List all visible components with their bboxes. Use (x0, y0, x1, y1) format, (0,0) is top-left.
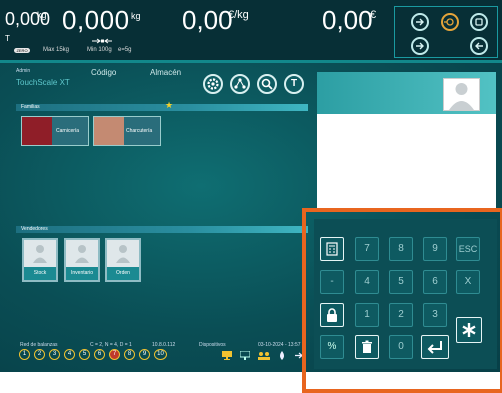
customer-avatar[interactable] (443, 78, 480, 111)
ticket-list (317, 114, 496, 210)
vendor-inventario[interactable]: Inventario (64, 238, 100, 282)
avatar (33, 245, 47, 263)
families-label: Familias (21, 104, 40, 110)
network-label: Red de balanzas (20, 342, 58, 348)
avatar (75, 245, 89, 263)
division-label: e=5g (118, 47, 132, 53)
price-unit: €/kg (228, 9, 249, 21)
header-button-group (394, 6, 498, 58)
ip-address: 10.8.0.112 (152, 342, 176, 348)
vendor-name: Orden (107, 267, 139, 280)
scale-2[interactable]: 2 (34, 349, 45, 360)
total-value: 0,00 (322, 5, 373, 35)
datetime-label: 03-10-2024 - 13:57 (258, 342, 301, 348)
scale-header: 0,000 kg T 0,000 kg ZERO Max 15kg Min 10… (0, 0, 502, 60)
vendors-header (16, 226, 308, 233)
brand-logo: TouchScale XT (16, 78, 70, 87)
scale-9[interactable]: 9 (139, 349, 150, 360)
weight-small-unit: kg (37, 10, 47, 20)
scale-8[interactable]: 8 (124, 349, 135, 360)
scale-4[interactable]: 4 (64, 349, 75, 360)
network-status: C = 2, N = 4, D = 1 (90, 342, 132, 348)
scale-6[interactable]: 6 (94, 349, 105, 360)
codigo-field[interactable]: Código (91, 68, 116, 77)
scale-10[interactable]: 10 (154, 349, 167, 360)
scale-5[interactable]: 5 (79, 349, 90, 360)
highlight-box (302, 208, 502, 393)
reload-icon[interactable] (470, 37, 488, 55)
vendors-label: Vendedores (21, 226, 48, 232)
weight-main: 0,000 (62, 5, 130, 35)
max-capacity-label: Max 15kg (43, 47, 70, 53)
monitor-icon[interactable] (222, 351, 232, 360)
weight-main-unit: kg (131, 11, 141, 21)
devices-label: Dispositivos (199, 342, 226, 348)
vendor-name: Stock (24, 267, 56, 280)
display-icon[interactable] (240, 351, 250, 360)
header-separator (0, 60, 502, 63)
scale-7[interactable]: 7 (109, 349, 120, 360)
network-device-icon[interactable] (258, 351, 270, 360)
settings-icon[interactable] (203, 74, 223, 94)
logout-icon[interactable] (411, 37, 429, 55)
avatar (116, 245, 130, 263)
families-header (16, 104, 308, 111)
family-card-charcuteria[interactable]: Charcutería (93, 116, 161, 146)
tare-icon[interactable]: T (284, 74, 304, 94)
login-icon[interactable] (411, 13, 429, 31)
record-icon[interactable] (441, 13, 459, 31)
price-value: 0,00 (182, 5, 233, 35)
drop-icon[interactable] (277, 351, 287, 360)
zero-indicator: ZERO (14, 48, 30, 53)
vendor-orden[interactable]: Orden (105, 238, 141, 282)
family-label: Charcutería (126, 128, 153, 134)
min-capacity-label: Min 100g (87, 47, 112, 53)
search-icon[interactable] (257, 74, 277, 94)
scale-1[interactable]: 1 (19, 349, 30, 360)
vendor-name: Inventario (66, 267, 98, 280)
scale-3[interactable]: 3 (49, 349, 60, 360)
power-icon[interactable] (470, 13, 488, 31)
user-label: Admin (16, 68, 31, 74)
almacen-field[interactable]: Almacén (150, 68, 181, 77)
family-card-carniceria[interactable]: Carnicería (21, 116, 89, 146)
family-thumb (94, 117, 124, 145)
share-icon[interactable] (230, 74, 250, 94)
vendor-stock[interactable]: Stock (22, 238, 58, 282)
range-arrows-icon (92, 38, 112, 44)
tare-flag: T (5, 34, 10, 43)
family-label: Carnicería (56, 128, 80, 134)
total-unit: € (370, 9, 377, 21)
family-thumb (22, 117, 52, 145)
favorites-star-icon[interactable]: ★ (165, 101, 173, 110)
